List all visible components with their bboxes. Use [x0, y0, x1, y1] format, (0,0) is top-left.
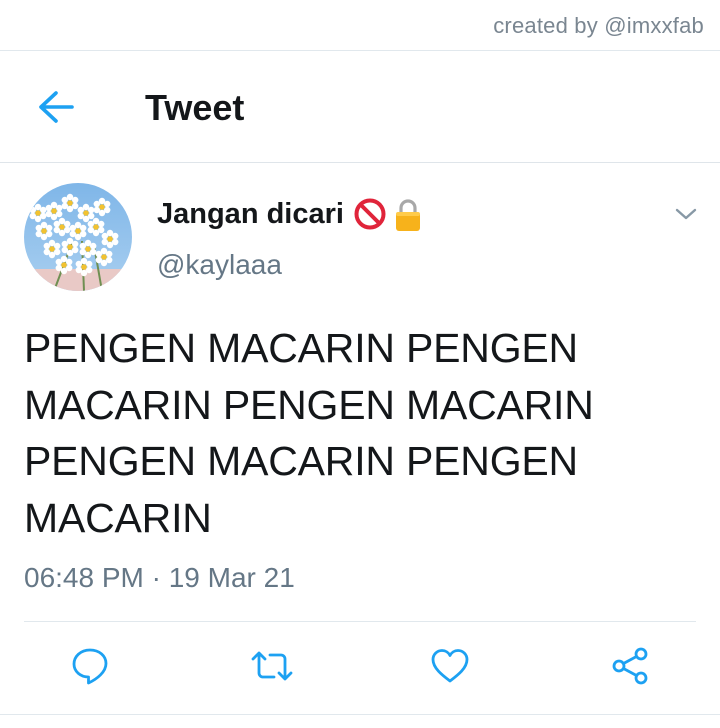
tweet-text: PENGEN MACARIN PENGEN MACARIN PENGEN MAC…: [24, 325, 594, 541]
bottom-divider: [0, 714, 720, 715]
tweet-timestamp[interactable]: 06:48 PM · 19 Mar 21: [24, 561, 295, 595]
chevron-down-icon[interactable]: [672, 200, 700, 228]
no-entry-emoji: [354, 198, 386, 230]
top-header: Tweet: [0, 51, 720, 163]
page-title: Tweet: [145, 87, 245, 128]
lock-emoji: [392, 198, 424, 231]
back-arrow-icon[interactable]: [34, 87, 76, 127]
like-icon[interactable]: [430, 646, 470, 686]
watermark-text: created by @imxxfab: [493, 13, 704, 38]
avatar[interactable]: [24, 183, 132, 291]
display-name-text: Jangan dicari: [157, 198, 344, 230]
share-icon[interactable]: [610, 646, 650, 686]
display-name[interactable]: Jangan dicari: [157, 196, 424, 232]
user-handle[interactable]: @kaylaaa: [157, 248, 282, 282]
retweet-icon[interactable]: [250, 646, 293, 686]
watermark-bar: created by @imxxfab: [0, 0, 720, 51]
reply-icon[interactable]: [70, 646, 110, 686]
divider: [24, 621, 696, 622]
